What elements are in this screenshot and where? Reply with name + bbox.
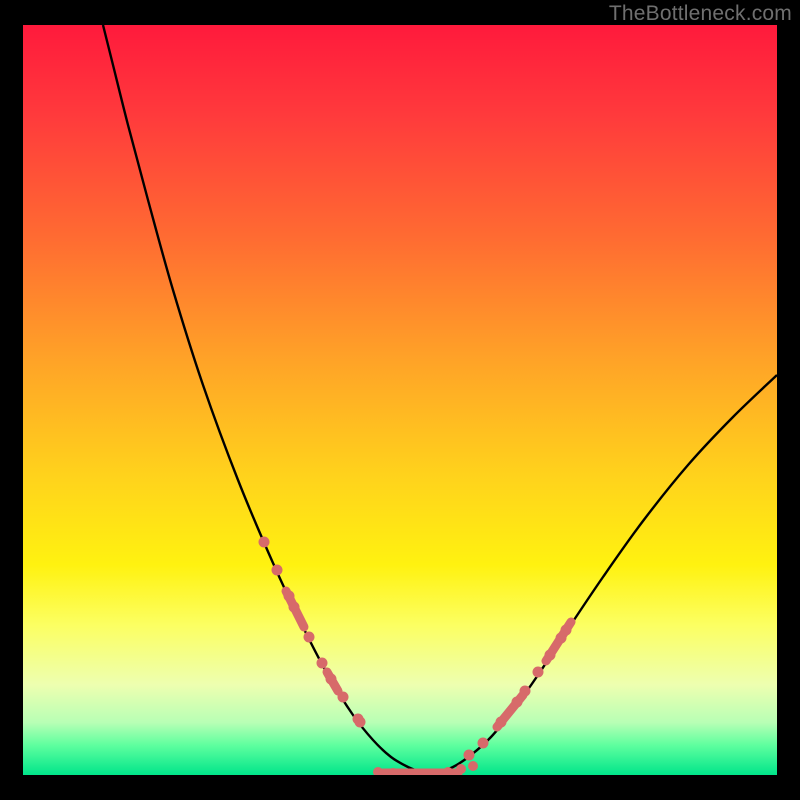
- curve-overlay: [23, 25, 777, 775]
- left-curve: [103, 25, 423, 773]
- marker-segments: [286, 591, 571, 773]
- watermark-text: TheBottleneck.com: [609, 2, 792, 26]
- chart-area: [23, 25, 777, 775]
- marker-dots: [259, 537, 572, 776]
- right-curve: [423, 375, 777, 773]
